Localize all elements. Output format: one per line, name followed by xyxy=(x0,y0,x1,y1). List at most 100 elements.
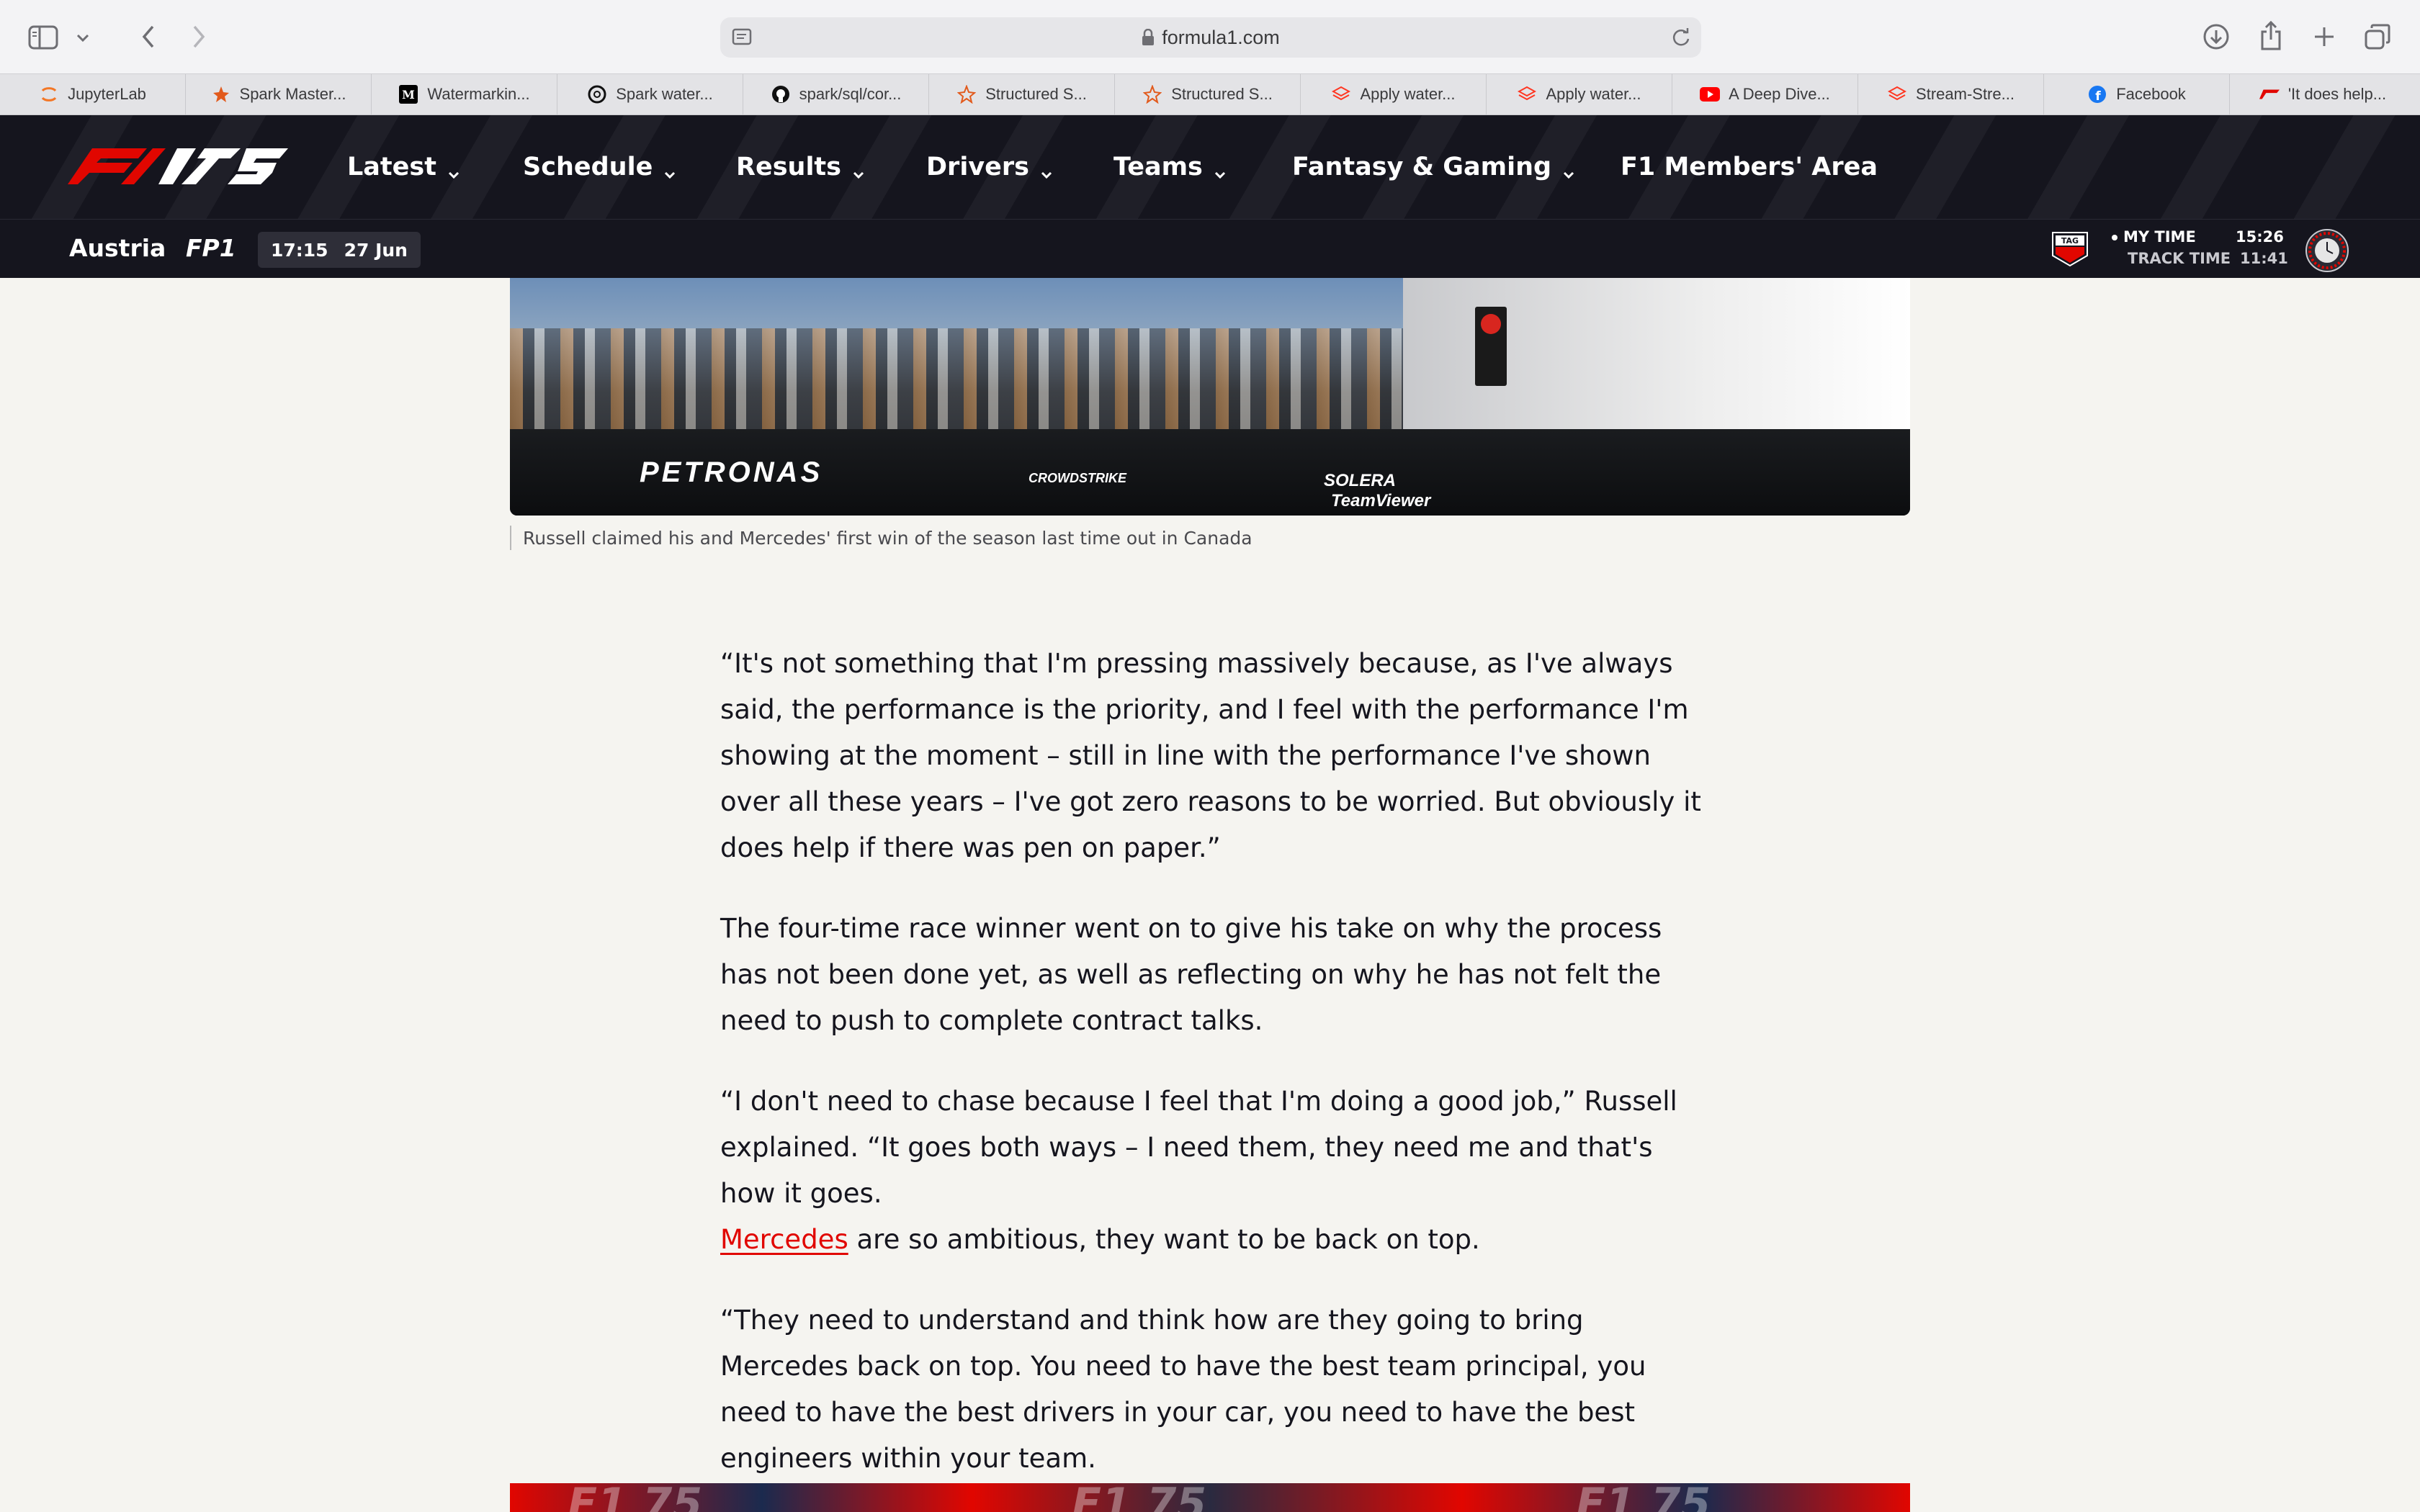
medium-icon: M xyxy=(398,84,418,104)
facebook-icon: f xyxy=(2087,84,2107,104)
browser-tab-label: Apply water... xyxy=(1360,85,1456,103)
chevron-down-icon xyxy=(447,160,461,179)
hero-decal-crowdstrike: CROWDSTRIKE xyxy=(1028,471,1126,485)
nav-item-label: Schedule xyxy=(523,153,653,181)
star-icon xyxy=(1142,84,1162,104)
f1-icon xyxy=(2259,84,2280,104)
mercedes-link[interactable]: Mercedes xyxy=(720,1224,848,1255)
f1-75-logo[interactable] xyxy=(68,148,288,187)
clock-icon[interactable] xyxy=(2305,228,2349,273)
article-body: “It's not something that I'm pressing ma… xyxy=(720,641,1707,1512)
session-time-badge: 17:15 27 Jun xyxy=(258,232,421,268)
browser-tab-label: Structured S... xyxy=(985,85,1087,103)
hero-decal-petronas: PETRONAS xyxy=(640,456,823,488)
sidebar-toggle-icon[interactable] xyxy=(26,22,60,53)
track-time-label: TRACK TIME xyxy=(2128,250,2231,267)
page-settings-icon[interactable] xyxy=(732,28,753,50)
chevron-down-icon xyxy=(663,160,677,179)
session-country: Austria xyxy=(69,234,166,262)
browser-tab[interactable]: A Deep Dive... xyxy=(1672,74,1858,114)
jupyter-icon xyxy=(39,84,59,104)
nav-item-teams[interactable]: Teams xyxy=(1113,150,1227,184)
svg-text:M: M xyxy=(403,88,416,102)
article-paragraph: “I don't need to chase because I feel th… xyxy=(720,1086,1677,1255)
nav-item-label: Results xyxy=(736,153,841,181)
browser-tab-label: Structured S... xyxy=(1171,85,1273,103)
address-bar[interactable]: formula1.com xyxy=(720,17,1701,58)
openai-icon xyxy=(587,84,607,104)
browser-tab[interactable]: Apply water... xyxy=(1301,74,1487,114)
downloads-icon[interactable] xyxy=(2200,20,2233,53)
lock-icon xyxy=(1142,29,1155,45)
svg-text:f: f xyxy=(2095,89,2101,104)
databricks-icon xyxy=(1887,84,1907,104)
browser-tab-label: Spark water... xyxy=(616,85,713,103)
nav-item-f1-members-area[interactable]: F1 Members' Area xyxy=(1621,150,1878,184)
nav-item-label: F1 Members' Area xyxy=(1621,153,1878,181)
browser-tab[interactable]: Apply water... xyxy=(1487,74,1672,114)
browser-tab-label: Stream-Stre... xyxy=(1916,85,2015,103)
databricks-icon xyxy=(1517,84,1537,104)
tab-overview-icon[interactable] xyxy=(2361,20,2394,53)
browser-tab[interactable]: JupyterLab xyxy=(0,74,186,114)
browser-tab-label: Facebook xyxy=(2116,85,2186,103)
chevron-down-icon xyxy=(851,160,866,179)
track-time-value: 11:41 xyxy=(2240,250,2288,267)
nav-item-schedule[interactable]: Schedule xyxy=(523,150,677,184)
browser-tab[interactable]: 'It does help... xyxy=(2230,74,2416,114)
url-display: formula1.com xyxy=(1142,27,1280,49)
browser-tab-label: 'It does help... xyxy=(2287,85,2387,103)
browser-tab[interactable]: M Watermarkin... xyxy=(372,74,557,114)
nav-item-label: Fantasy & Gaming xyxy=(1292,153,1552,181)
browser-tab[interactable]: Spark water... xyxy=(557,74,743,114)
reload-icon[interactable] xyxy=(1671,27,1691,50)
site-header: Latest Schedule Results Drivers Teams Fantasy… xyxy=(0,115,2420,219)
forward-button[interactable] xyxy=(186,20,212,53)
share-icon[interactable] xyxy=(2254,17,2287,53)
browser-tab[interactable]: Structured S... xyxy=(929,74,1115,114)
browser-tab[interactable]: spark/sql/cor... xyxy=(743,74,929,114)
chevron-down-icon xyxy=(1561,160,1576,179)
browser-tab[interactable]: Stream-Stre... xyxy=(1858,74,2044,114)
nav-item-fantasy-gaming[interactable]: Fantasy & Gaming xyxy=(1292,150,1576,184)
github-icon xyxy=(771,84,791,104)
nav-item-drivers[interactable]: Drivers xyxy=(926,150,1054,184)
browser-tab-label: Spark Master... xyxy=(239,85,346,103)
browser-tab[interactable]: Structured S... xyxy=(1115,74,1301,114)
session-date: 27 Jun xyxy=(344,239,408,261)
browser-tab[interactable]: f Facebook xyxy=(2044,74,2230,114)
browser-tab[interactable]: Spark Master... xyxy=(186,74,372,114)
live-session-bar[interactable]: Austria FP1 17:15 27 Jun TAG MY TIME TRA… xyxy=(0,219,2420,278)
browser-toolbar: formula1.com xyxy=(0,0,2420,73)
article-paragraph: The four-time race winner went on to giv… xyxy=(720,913,1662,1036)
back-button[interactable] xyxy=(135,20,161,53)
new-tab-icon[interactable] xyxy=(2308,20,2341,53)
svg-text:TAG: TAG xyxy=(2061,236,2079,246)
my-time-label: MY TIME xyxy=(2112,228,2196,246)
youtube-icon xyxy=(1700,84,1721,104)
nav-item-label: Drivers xyxy=(926,153,1029,181)
tab-bar: JupyterLab Spark Master... M Watermarkin...… xyxy=(0,73,2420,115)
chevron-down-icon xyxy=(1213,160,1227,179)
star-icon xyxy=(956,84,977,104)
nav-item-label: Latest xyxy=(347,153,436,181)
hero-image: PETRONAS SOLERA TeamViewer CROWDSTRIKE xyxy=(510,278,1910,516)
nav-item-results[interactable]: Results xyxy=(736,150,866,184)
chevron-down-icon[interactable] xyxy=(72,27,94,49)
browser-tab-label: Watermarkin... xyxy=(427,85,530,103)
browser-tab-label: spark/sql/cor... xyxy=(799,85,902,103)
article-paragraph: “They need to understand and think how a… xyxy=(720,1305,1646,1474)
spark-icon xyxy=(211,84,231,104)
tag-heuer-logo: TAG xyxy=(2052,232,2088,267)
session-name: FP1 xyxy=(186,234,236,262)
nav-item-label: Teams xyxy=(1113,153,1203,181)
browser-tab-label: JupyterLab xyxy=(68,85,146,103)
browser-tab-label: A Deep Dive... xyxy=(1729,85,1830,103)
session-time: 17:15 xyxy=(271,239,328,261)
hero-decal-teamviewer: TeamViewer xyxy=(1331,491,1431,510)
article-paragraph: “It's not something that I'm pressing ma… xyxy=(720,648,1701,863)
nav-item-latest[interactable]: Latest xyxy=(347,150,461,184)
databricks-icon xyxy=(1331,84,1351,104)
hero-decal-solera: SOLERA xyxy=(1324,471,1397,490)
image-caption: Russell claimed his and Mercedes' first … xyxy=(510,526,1252,550)
